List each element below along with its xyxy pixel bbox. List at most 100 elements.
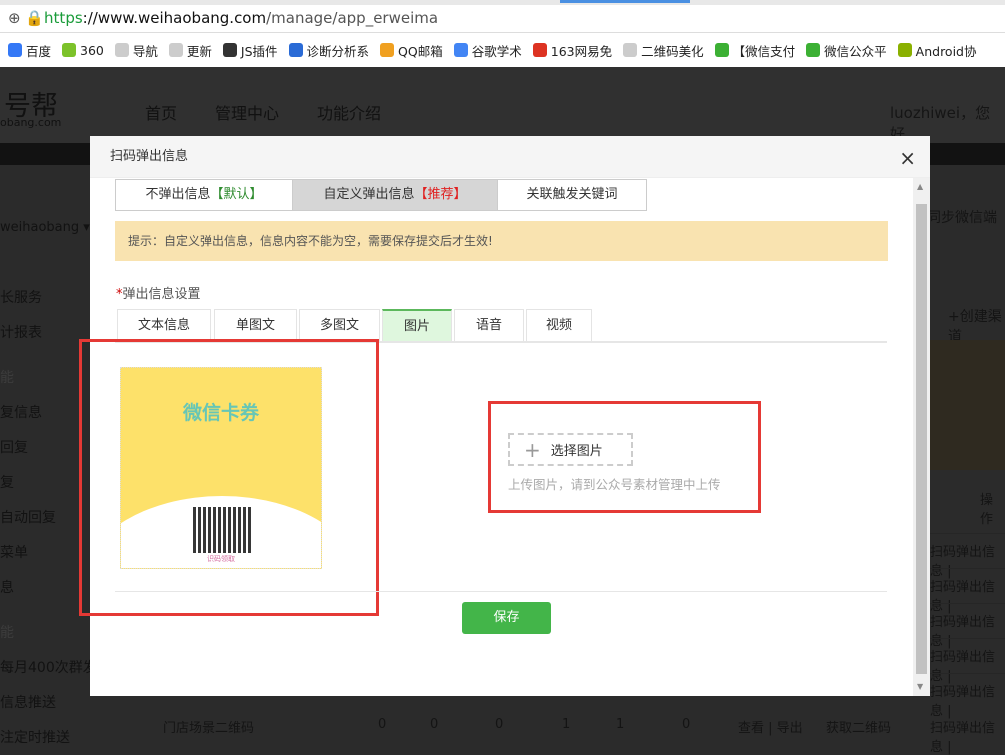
bookmark-item[interactable]: 更新	[168, 41, 212, 60]
popup-info-dialog: 扫码弹出信息 × 不弹出信息【默认】 自定义弹出信息【推荐】 关联触发关键词 提示：…	[79, 136, 930, 696]
row-stat: 0	[682, 717, 691, 732]
view-export-links[interactable]: 查看 | 导出	[738, 717, 803, 736]
choose-image-label: 选择图片	[550, 444, 603, 459]
sidebar-item[interactable]: 息	[0, 577, 14, 597]
sidebar-item[interactable]: 计报表	[0, 322, 42, 342]
mode-tab-label: 不弹出信息	[145, 187, 211, 202]
highlight-box-image	[79, 339, 379, 616]
site-logo-domain: obang.com	[0, 116, 62, 129]
type-tab[interactable]: 视频	[526, 309, 592, 341]
nav-manage[interactable]: 管理中心	[215, 100, 279, 124]
wechat-icon	[714, 43, 729, 57]
sidebar-item[interactable]: 信息推送	[0, 692, 56, 712]
notice-banner	[930, 340, 1005, 470]
row-stat: 1	[616, 717, 625, 732]
sidebar-item[interactable]: 菜单	[0, 542, 28, 562]
popup-info-link[interactable]: 扫码弹出信息 |	[930, 717, 1005, 755]
address-bar[interactable]: ⊕ 🔒https://www.weihaobang.com/manage/app…	[0, 5, 1005, 33]
popup-info-link[interactable]: 扫码弹出信息 |	[930, 541, 1005, 579]
bookmark-item[interactable]: 百度	[8, 41, 51, 60]
sidebar-item[interactable]: 回复	[0, 437, 28, 457]
bookmark-item[interactable]: 诊断分析系	[288, 41, 370, 60]
type-tab[interactable]: 多图文	[299, 309, 380, 341]
sidebar-item[interactable]: 注定时推送	[0, 727, 70, 747]
sidebar-item: 能	[0, 370, 14, 386]
popup-info-link[interactable]: 扫码弹出信息 |	[930, 611, 1005, 649]
hourglass-icon	[288, 43, 303, 57]
sync-wechat-button[interactable]: 同步微信端	[927, 207, 997, 227]
bookmark-label: 百度	[26, 43, 52, 59]
popup-info-link[interactable]: 扫码弹出信息 |	[930, 681, 1005, 719]
active-tab-indicator[interactable]	[560, 0, 690, 3]
row-stat: 0	[495, 717, 504, 732]
bookmark-item[interactable]: JS插件	[222, 41, 278, 60]
bookmark-item[interactable]: QQ邮箱	[380, 41, 443, 60]
scroll-down-icon[interactable]: ▼	[917, 682, 923, 691]
netease-icon	[532, 43, 547, 57]
bookmark-item[interactable]: 导航	[114, 41, 158, 60]
scrollbar-thumb[interactable]	[916, 204, 927, 674]
bookmark-item[interactable]: 163网易免	[532, 41, 612, 60]
wechat-icon	[806, 43, 821, 57]
scrollbar[interactable]: ▲ ▼	[913, 178, 930, 696]
type-tab[interactable]: 文本信息	[117, 309, 211, 341]
choose-image-button[interactable]: + 选择图片	[508, 433, 633, 466]
bookmark-label: 诊断分析系	[306, 43, 370, 59]
mode-tab[interactable]: 不弹出信息【默认】	[115, 179, 293, 211]
plus-icon: +	[524, 437, 541, 462]
sidebar-item[interactable]: 长服务	[0, 287, 42, 307]
tip-banner: 提示：自定义弹出信息，信息内容不能为空，需要保存提交后才生效!	[115, 221, 888, 261]
bookmark-item[interactable]: 微信公众平	[806, 41, 887, 60]
sidebar-item[interactable]: 复信息	[0, 402, 42, 422]
android-icon	[897, 43, 912, 57]
mode-tab[interactable]: 关联触发关键词	[497, 179, 647, 211]
get-qrcode-link[interactable]: 获取二维码	[826, 717, 891, 736]
field-label-text: 弹出信息设置	[122, 287, 201, 302]
js-icon	[222, 43, 237, 57]
360-icon	[62, 43, 77, 57]
nav-home[interactable]: 首页	[145, 100, 177, 124]
google-icon	[453, 43, 468, 57]
mode-tab[interactable]: 自定义弹出信息【推荐】	[292, 179, 498, 211]
bookmark-label: 更新	[186, 43, 212, 59]
type-tab[interactable]: 图片	[382, 309, 452, 341]
url-path: /manage/app_erweima	[266, 9, 439, 27]
account-selector[interactable]: weihaobang ▾	[0, 220, 90, 235]
bookmarks-bar: 百度 360 导航 更新 JS插件 诊断分析系 QQ邮箱 谷歌学术 163网易免 二维码美化 【微信…	[0, 33, 1005, 67]
save-button[interactable]: 保存	[462, 602, 551, 634]
bookmark-label: JS插件	[240, 43, 278, 59]
sidebar-item[interactable]: 自动回复	[0, 507, 56, 527]
sidebar-item[interactable]: 每月400次群发	[0, 657, 97, 677]
bookmark-item[interactable]: 【微信支付	[714, 41, 796, 60]
bookmark-label: 二维码美化	[641, 43, 704, 59]
bookmark-item[interactable]: 谷歌学术	[453, 41, 522, 60]
mode-tab-tag: 【推荐】	[414, 187, 467, 202]
info-icon[interactable]: ⊕	[8, 9, 21, 27]
baidu-icon	[8, 43, 22, 57]
mode-tab-tag: 【默认】	[210, 187, 263, 202]
dialog-header: 扫码弹出信息	[90, 136, 930, 178]
row-stat: 1	[562, 717, 571, 732]
field-label: *弹出信息设置	[116, 283, 201, 302]
page-icon	[623, 43, 638, 57]
type-tab[interactable]: 单图文	[214, 309, 297, 341]
bookmark-item[interactable]: Android协	[897, 41, 976, 60]
nav-features[interactable]: 功能介绍	[317, 100, 381, 124]
bookmark-label: 360	[80, 42, 104, 58]
bookmark-label: 导航	[132, 43, 158, 59]
bookmark-label: 【微信支付	[732, 43, 796, 59]
bookmark-item[interactable]: 360	[62, 43, 104, 58]
bookmark-item[interactable]: 二维码美化	[623, 41, 704, 60]
popup-info-link[interactable]: 扫码弹出信息 |	[930, 646, 1005, 684]
mode-tab-label: 关联触发关键词	[526, 187, 618, 202]
url-scheme: https	[44, 9, 83, 27]
scroll-up-icon[interactable]: ▲	[917, 182, 923, 191]
close-icon[interactable]: ×	[899, 146, 916, 170]
popup-info-link[interactable]: 扫码弹出信息 |	[930, 576, 1005, 614]
type-tab[interactable]: 语音	[454, 309, 524, 341]
sidebar-item[interactable]: 复	[0, 472, 14, 492]
dialog-title: 扫码弹出信息	[110, 149, 189, 164]
divider	[115, 591, 887, 592]
page-icon	[168, 43, 183, 57]
mode-tab-label: 自定义弹出信息	[323, 187, 415, 202]
